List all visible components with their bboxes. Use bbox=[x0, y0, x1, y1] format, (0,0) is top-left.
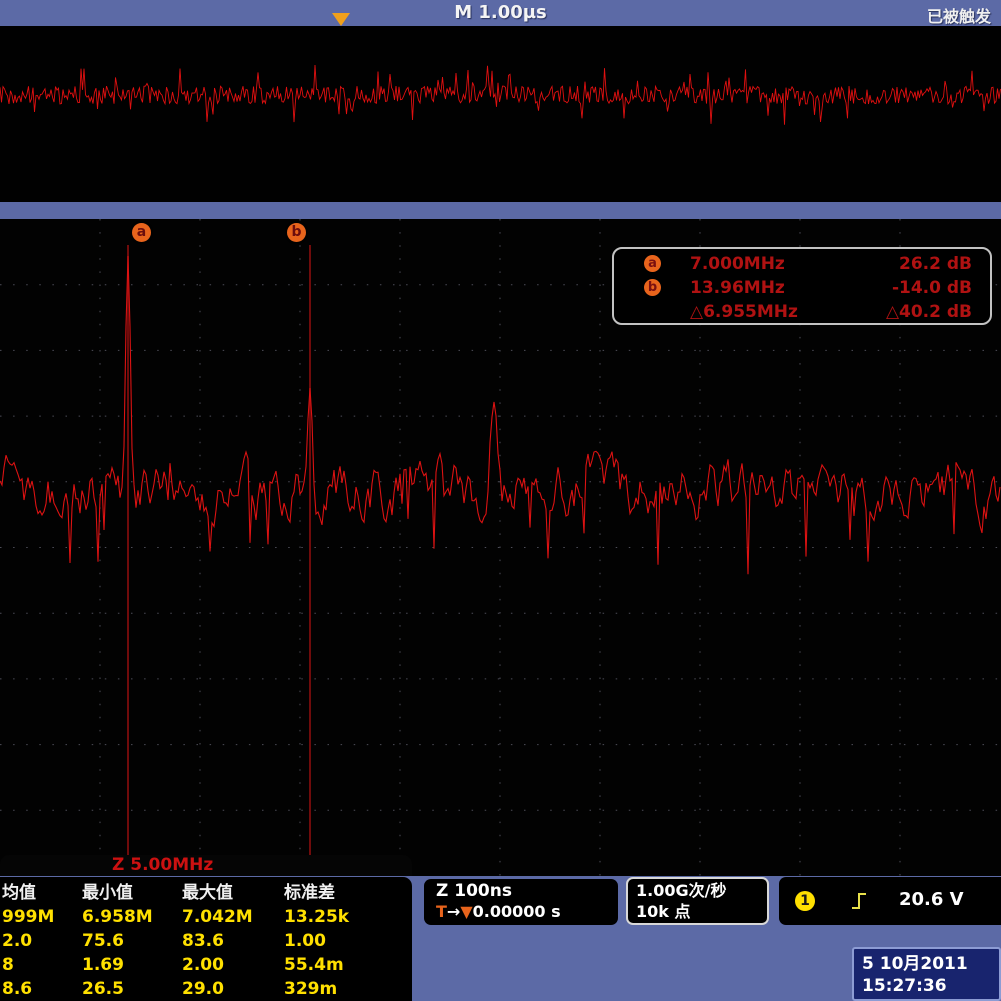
cursor-readout-panel: a 7.000MHz 26.2 dB b 13.96MHz -14.0 dB △… bbox=[612, 247, 992, 325]
meas-cell: 7.042M bbox=[182, 905, 284, 929]
arrow-icon: → bbox=[447, 902, 460, 921]
cursor-delta-frequency: △6.955MHz bbox=[690, 300, 798, 324]
meas-cell: 26.5 bbox=[82, 977, 182, 1001]
trigger-level-readout: 20.6 V bbox=[899, 889, 964, 910]
datetime-box: 5 10月2011 15:27:36 bbox=[852, 947, 1001, 1001]
sample-rate-readout: 1.00G次/秒 bbox=[636, 880, 767, 901]
bottom-status-bar: 均值 最小值 最大值 标准差 999M 6.958M 7.042M 13.25k… bbox=[0, 876, 1001, 1001]
zoom-timebase-readout: Z 100ns bbox=[436, 880, 618, 902]
channel-1-badge: 1 bbox=[795, 891, 815, 911]
trigger-status-text: 已被触发 bbox=[927, 3, 991, 27]
cursor-a-row: a 7.000MHz 26.2 dB bbox=[614, 252, 990, 276]
measurement-table: 均值 最小值 最大值 标准差 999M 6.958M 7.042M 13.25k… bbox=[0, 877, 412, 1001]
oscilloscope-screen: M 1.00µs 已被触发 a b a 7.000MHz 26.2 dB b bbox=[0, 0, 1001, 1001]
cursor-a-badge-icon: a bbox=[644, 255, 661, 272]
trigger-slope-icon bbox=[849, 890, 871, 912]
meas-cell: 29.0 bbox=[182, 977, 284, 1001]
acquisition-box: 1.00G次/秒 10k 点 bbox=[626, 877, 769, 925]
trigger-position-marker-icon[interactable] bbox=[332, 13, 350, 26]
meas-header-mean: 均值 bbox=[2, 882, 82, 905]
meas-cell: 1.69 bbox=[82, 953, 182, 977]
meas-cell: 2.00 bbox=[182, 953, 284, 977]
main-timebase-readout: M 1.00µs bbox=[0, 2, 1001, 23]
meas-cell: 6.958M bbox=[82, 905, 182, 929]
cursor-b-level: -14.0 dB bbox=[892, 276, 972, 300]
cursor-delta-level: △40.2 dB bbox=[886, 300, 972, 324]
meas-cell: 55.4m bbox=[284, 953, 402, 977]
meas-header-max: 最大值 bbox=[182, 882, 284, 905]
horizontal-position-readout: T→▼0.00000 s bbox=[436, 902, 618, 922]
meas-cell: 13.25k bbox=[284, 905, 402, 929]
trigger-t-icon: T bbox=[436, 902, 447, 921]
zoom-timebase-box: Z 100ns T→▼0.00000 s bbox=[424, 879, 618, 925]
cursor-marker-b[interactable]: b bbox=[287, 223, 306, 242]
meas-cell: 8 bbox=[2, 953, 82, 977]
measurement-panel: 均值 最小值 最大值 标准差 999M 6.958M 7.042M 13.25k… bbox=[0, 877, 412, 1001]
trigger-info-box: 1 20.6 V bbox=[779, 877, 1001, 925]
fft-scale-label-box: Z 5.00MHz bbox=[0, 855, 412, 876]
meas-cell: 1.00 bbox=[284, 929, 402, 953]
record-length-readout: 10k 点 bbox=[636, 901, 767, 922]
time-domain-waveform bbox=[0, 26, 1001, 202]
cursor-marker-a[interactable]: a bbox=[132, 223, 151, 242]
meas-cell: 75.6 bbox=[82, 929, 182, 953]
date-readout: 5 10月2011 bbox=[862, 953, 999, 975]
cursor-a-frequency: 7.000MHz bbox=[690, 252, 785, 276]
time-readout: 15:27:36 bbox=[862, 975, 999, 997]
meas-cell: 8.6 bbox=[2, 977, 82, 1001]
time-domain-region bbox=[0, 26, 1001, 202]
cursor-b-badge-icon: b bbox=[644, 279, 661, 296]
cursor-delta-row: △6.955MHz △40.2 dB bbox=[614, 300, 990, 324]
horizontal-position-value: 0.00000 s bbox=[473, 902, 561, 921]
meas-header-stddev: 标准差 bbox=[284, 882, 402, 905]
fft-scale-label: Z 5.00MHz bbox=[112, 855, 213, 875]
meas-header-min: 最小值 bbox=[82, 882, 182, 905]
meas-cell: 2.0 bbox=[2, 929, 82, 953]
position-triangle-icon: ▼ bbox=[460, 902, 472, 921]
cursor-b-frequency: 13.96MHz bbox=[690, 276, 785, 300]
meas-cell: 83.6 bbox=[182, 929, 284, 953]
meas-cell: 999M bbox=[2, 905, 82, 929]
cursor-a-level: 26.2 dB bbox=[899, 252, 972, 276]
top-status-bar: M 1.00µs 已被触发 bbox=[0, 0, 1001, 26]
meas-cell: 329m bbox=[284, 977, 402, 1001]
cursor-b-row: b 13.96MHz -14.0 dB bbox=[614, 276, 990, 300]
fft-region: a b a 7.000MHz 26.2 dB b 13.96MHz -14.0 … bbox=[0, 219, 1001, 876]
